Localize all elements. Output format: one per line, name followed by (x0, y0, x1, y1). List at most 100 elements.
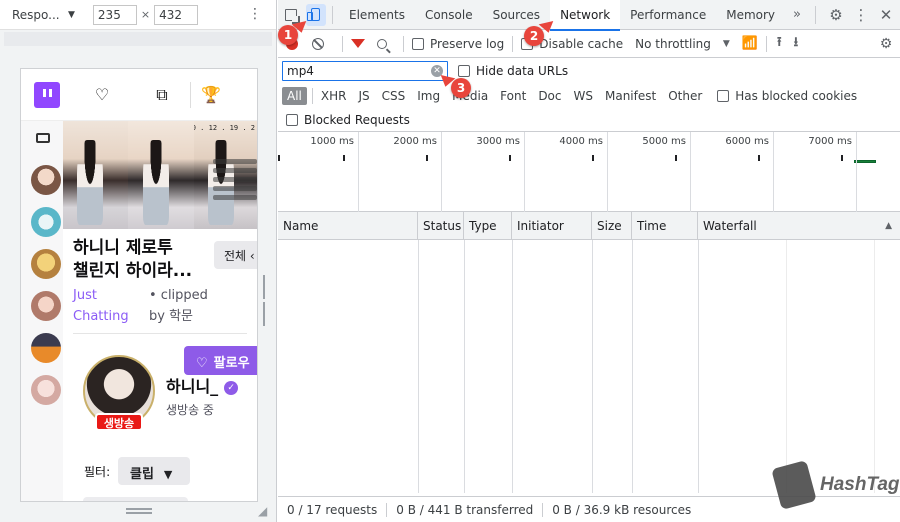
kebab-menu-icon[interactable]: ⋮ (850, 6, 872, 24)
channel-name[interactable]: 하니니_ ✓ (166, 373, 239, 397)
tab-performance[interactable]: Performance (620, 0, 716, 30)
import-har-icon[interactable]: ⭱ (777, 33, 782, 55)
search-icon[interactable] (377, 38, 387, 49)
tab-network[interactable]: Network (550, 0, 621, 31)
transferred-size: 0 B / 441 B transferred (396, 502, 534, 517)
browse-icon[interactable]: ⧉ (144, 85, 180, 105)
type-filter-manifest[interactable]: Manifest (600, 87, 661, 105)
channel-avatar[interactable] (31, 165, 61, 195)
resource-type-filters: All XHR JS CSS Img Media Font Doc WS Man… (278, 84, 900, 108)
watermark-text: HashTag (820, 474, 900, 495)
thumbnail-frame (128, 121, 194, 229)
timeline-gridline (690, 132, 691, 212)
follow-label: 팔로우 (213, 356, 250, 371)
device-select[interactable]: Respo... (12, 8, 60, 22)
side-resize-handle[interactable] (263, 275, 269, 326)
clipped-label: • clipped (149, 288, 208, 303)
preserve-log-label: Preserve log (430, 36, 505, 51)
callout-step-3: 3 (451, 78, 471, 98)
network-overview-timeline[interactable]: 1000 ms 2000 ms 3000 ms 4000 ms 5000 ms 6000 … (278, 132, 900, 212)
chevron-down-icon[interactable]: ▼ (68, 10, 75, 20)
filter-label: 필터: (84, 465, 111, 479)
category-link[interactable]: Just Chatting (73, 285, 143, 327)
gear-icon[interactable]: ⚙ (872, 36, 900, 52)
type-filter-ws[interactable]: WS (569, 87, 598, 105)
type-filter-font[interactable]: Font (495, 87, 531, 105)
width-input[interactable] (92, 4, 137, 25)
emulation-toolbar: Respo... ▼ × (0, 0, 276, 30)
category-line: Chatting (73, 309, 129, 324)
follow-button[interactable]: ♡ 팔로우 (184, 346, 257, 375)
timeline-gridline (358, 132, 359, 212)
type-filter-js[interactable]: JS (353, 87, 374, 105)
timeline-marker (675, 155, 677, 161)
tab-console[interactable]: Console (415, 0, 483, 30)
timeline-marker (841, 155, 843, 161)
column-name[interactable]: Name (278, 212, 418, 239)
channel-avatar[interactable] (31, 249, 61, 279)
filter-row: ✕ Hide data URLs (278, 58, 900, 84)
column-size[interactable]: Size (592, 212, 632, 239)
hide-data-urls-checkbox[interactable]: Hide data URLs (458, 64, 568, 78)
chevron-down-icon[interactable]: ▼ (723, 39, 730, 49)
sort-ascending-icon[interactable]: ▲ (885, 212, 892, 240)
twitch-logo-icon[interactable] (34, 81, 60, 108)
twitch-side-rail (21, 121, 63, 501)
timeline-marker (758, 155, 760, 161)
type-filter-img[interactable]: Img (412, 87, 445, 105)
type-filter-other[interactable]: Other (663, 87, 707, 105)
clip-title[interactable]: 하니니 제로투 챌린지 하이라... (73, 237, 208, 283)
checkbox[interactable] (458, 65, 470, 77)
timeline-label: 2000 ms (393, 136, 437, 147)
channel-avatar[interactable] (31, 333, 61, 363)
channel-avatar[interactable] (31, 207, 61, 237)
channel-avatar[interactable] (31, 291, 61, 321)
channel-status: 생방송 중 (166, 403, 214, 417)
column-waterfall[interactable]: Waterfall ▲ (698, 212, 900, 239)
channel-avatar[interactable] (31, 375, 61, 405)
close-icon[interactable]: ✕ (872, 6, 900, 24)
type-filter-all[interactable]: All (282, 87, 307, 105)
gear-icon[interactable]: ⚙ (822, 6, 850, 24)
trophy-icon[interactable]: 🏆 (193, 85, 229, 104)
type-filter-doc[interactable]: Doc (533, 87, 566, 105)
more-tabs-icon[interactable]: » (785, 7, 809, 22)
thumbnail-chat (212, 159, 257, 204)
column-time[interactable]: Time (632, 212, 698, 239)
timeline-label: 5000 ms (642, 136, 686, 147)
timeline-label: 1000 ms (310, 136, 354, 147)
filter-input[interactable] (282, 61, 448, 81)
timeline-label: 4000 ms (559, 136, 603, 147)
tab-elements[interactable]: Elements (339, 0, 415, 30)
filter-dropdown[interactable]: 클립 ▼ (118, 457, 190, 485)
timeline-label: 7000 ms (808, 136, 852, 147)
height-input[interactable] (154, 4, 199, 25)
checkbox[interactable] (412, 37, 424, 50)
checkbox[interactable] (717, 90, 730, 102)
heart-icon[interactable]: ♡ (84, 85, 120, 104)
preserve-log-checkbox[interactable]: Preserve log (412, 37, 504, 51)
column-status[interactable]: Status (418, 212, 464, 239)
has-blocked-cookies-checkbox[interactable]: Has blocked cookies (717, 89, 857, 103)
column-type[interactable]: Type (464, 212, 512, 239)
blocked-requests-checkbox[interactable]: Blocked Requests (286, 113, 410, 127)
tab-memory[interactable]: Memory (716, 0, 785, 30)
fullscreen-button[interactable]: 전체 ‹ (214, 241, 257, 269)
clip-thumbnail[interactable]: 0:0 . 12 . 19 . 2 (63, 121, 257, 229)
filter-icon[interactable] (351, 39, 365, 48)
column-initiator[interactable]: Initiator (512, 212, 592, 239)
type-filter-xhr[interactable]: XHR (316, 87, 352, 105)
corner-resize-icon[interactable]: ◢ (258, 504, 267, 518)
kebab-menu-icon[interactable]: ⋮ (248, 7, 262, 21)
video-camera-icon[interactable] (36, 133, 50, 143)
throttling-select[interactable]: No throttling (635, 37, 711, 51)
timeline-marker (509, 155, 511, 161)
network-conditions-icon[interactable]: 📶 (742, 36, 758, 51)
timeline-marker (592, 155, 594, 161)
clear-icon[interactable] (312, 37, 324, 50)
checkbox[interactable] (286, 113, 298, 126)
type-filter-css[interactable]: CSS (377, 87, 411, 105)
bottom-resize-handle[interactable] (126, 508, 152, 516)
export-har-icon[interactable]: ⭳ (794, 33, 799, 55)
timeline-gridline (607, 132, 608, 212)
